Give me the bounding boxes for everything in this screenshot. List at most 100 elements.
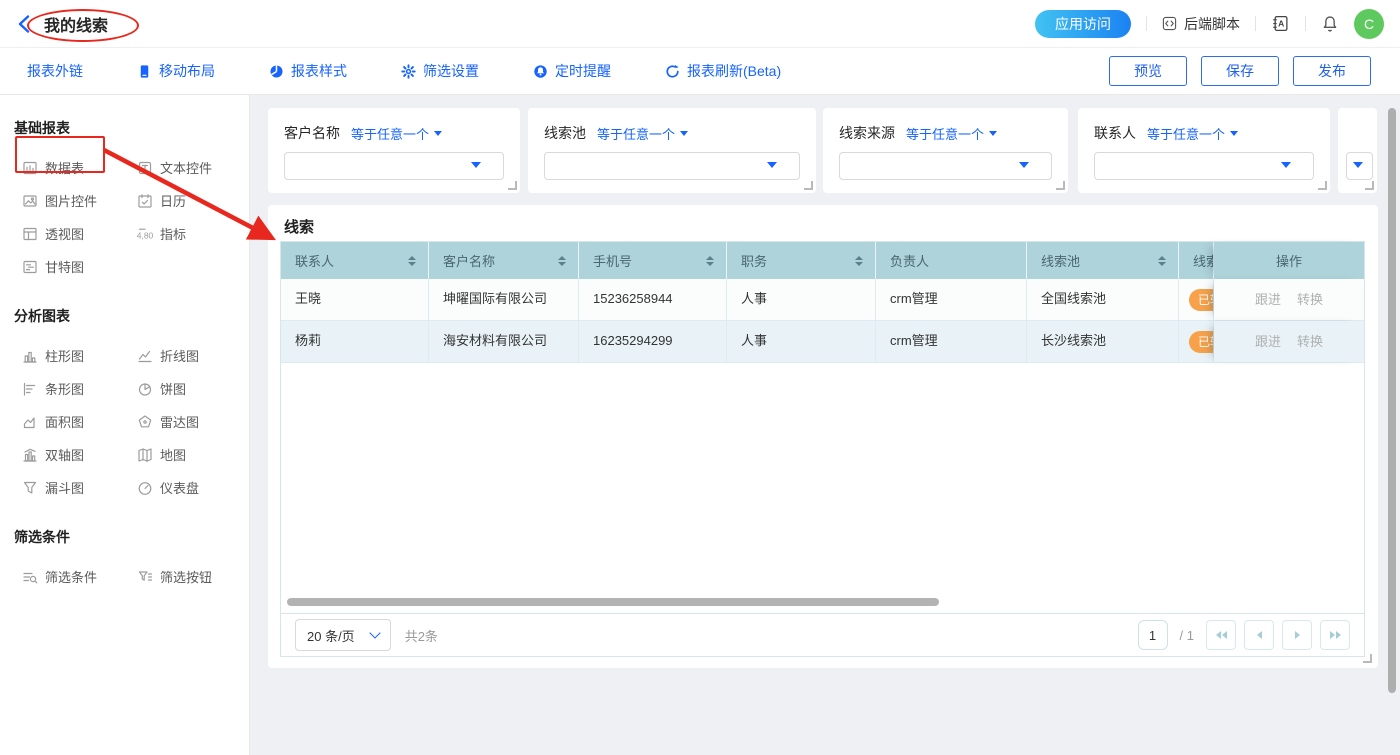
column-header-pool[interactable]: 线索池 [1027,242,1179,279]
resize-handle[interactable] [508,181,517,190]
filter-widget-header: 线索来源等于任意一个 [823,108,1068,143]
sidebar-item-image-widget[interactable]: 图片控件 [22,184,137,217]
filter-select[interactable] [284,152,504,180]
action-link[interactable]: 跟进 [1255,322,1281,362]
last-page-button[interactable] [1320,620,1350,650]
action-link[interactable]: 跟进 [1255,280,1281,320]
bell-icon[interactable] [1321,15,1339,33]
filter-operator[interactable]: 等于任意一个 [351,124,442,143]
sidebar-item-area-chart[interactable]: 面积图 [22,405,137,438]
resize-handle[interactable] [1365,181,1374,190]
action-link[interactable]: 转换 [1297,322,1323,362]
table: 联系人客户名称手机号职务负责人线索池线索状态操作 王晓坤曜国际有限公司15236… [280,241,1365,657]
toolbar-item-5[interactable]: 定时提醒 [533,61,611,81]
back-icon[interactable] [18,15,30,33]
sidebar-item-pivot[interactable]: 透视图 [22,217,137,250]
sidebar-item-funnel-chart[interactable]: 漏斗图 [22,471,137,504]
filter-select[interactable] [1094,152,1314,180]
sort-icon[interactable] [408,256,416,266]
filter-operator[interactable]: 等于任意一个 [597,124,688,143]
column-header-label: 操作 [1276,251,1302,270]
address-book-icon[interactable]: A [1271,15,1290,32]
map-icon [137,447,153,463]
filter-select[interactable] [544,152,800,180]
action-link[interactable]: 转换 [1297,280,1323,320]
sidebar-section-items: 数据表文本控件图片控件日历透视图4,80指标甘特图 [22,151,249,283]
sidebar-item-text-widget[interactable]: 文本控件 [137,151,232,184]
sort-icon[interactable] [855,256,863,266]
caret-down-icon [1281,162,1291,168]
toolbar-item-3[interactable]: 报表样式 [269,61,347,81]
app-root: 我的线索 应用访问 后端脚本 A C 报表外链移动布局报表样式筛选设置定时提醒报… [0,0,1400,755]
sidebar-item-dual-axis[interactable]: 双轴图 [22,438,137,471]
app-access-button[interactable]: 应用访问 [1035,10,1131,38]
sidebar-item-data-table[interactable]: 数据表 [22,151,137,184]
table-body: 王晓坤曜国际有限公司15236258944人事crm管理全国线索池已转跟进转换杨… [281,279,1364,363]
filter-select[interactable] [839,152,1052,180]
resize-handle[interactable] [1056,181,1065,190]
publish-button[interactable]: 发布 [1293,56,1371,86]
sidebar-item-label: 仪表盘 [160,478,199,497]
column-header-contact[interactable]: 联系人 [281,242,429,279]
sort-icon[interactable] [706,256,714,266]
toolbar-buttons: 预览 保存 发布 [1109,56,1371,86]
sidebar-item-line-chart[interactable]: 折线图 [137,339,232,372]
toolbar-item-6[interactable]: 报表刷新(Beta) [665,61,781,81]
column-header-label: 线索池 [1041,251,1080,270]
sidebar-item-filter-condition[interactable]: 筛选条件 [22,560,137,593]
column-header-company[interactable]: 客户名称 [429,242,579,279]
column-header-actions: 操作 [1214,242,1364,279]
toolbar-item-1[interactable]: 报表外链 [27,61,83,81]
sidebar-item-filter-button[interactable]: 筛选按钮 [137,560,232,593]
filter-widget: 客户名称等于任意一个 [268,108,520,193]
column-header-label: 负责人 [890,251,929,270]
sidebar-item-pie-chart[interactable]: 饼图 [137,372,232,405]
sidebar-item-column-chart[interactable]: 柱形图 [22,339,137,372]
sort-icon[interactable] [558,256,566,266]
page-number-input[interactable]: 1 [1138,620,1168,650]
filter-button-icon [137,569,153,585]
svg-text:4,80: 4,80 [137,230,153,240]
column-header-label: 手机号 [593,251,632,270]
filter-operator[interactable]: 等于任意一个 [906,124,997,143]
prev-page-button[interactable] [1244,620,1274,650]
resize-handle[interactable] [1318,181,1327,190]
radar-chart-icon [137,414,153,430]
table-cell-contact: 王晓 [281,279,429,320]
filter-settings-icon [401,64,416,79]
save-button[interactable]: 保存 [1201,56,1279,86]
sidebar-item-label: 地图 [160,445,186,464]
dual-axis-icon [22,447,38,463]
column-header-label: 职务 [741,251,767,270]
calendar-icon [137,193,153,209]
sidebar-item-bar-chart[interactable]: 条形图 [22,372,137,405]
next-page-button[interactable] [1282,620,1312,650]
horizontal-scrollbar[interactable] [287,598,939,606]
sort-icon[interactable] [1158,256,1166,266]
table-cell-actions: 跟进转换 [1214,279,1364,320]
vertical-scrollbar[interactable] [1388,108,1396,693]
sidebar-item-radar-chart[interactable]: 雷达图 [137,405,232,438]
backend-script-button[interactable]: 后端脚本 [1162,14,1240,34]
sidebar-item-gauge[interactable]: 仪表盘 [137,471,232,504]
table-cell-pool: 长沙线索池 [1027,321,1179,362]
sidebar-item-calendar[interactable]: 日历 [137,184,232,217]
filter-operator-label: 等于任意一个 [1147,124,1225,143]
first-page-button[interactable] [1206,620,1236,650]
sidebar-item-metric[interactable]: 4,80指标 [137,217,232,250]
sidebar-item-gantt[interactable]: 甘特图 [22,250,137,283]
sidebar-item-map[interactable]: 地图 [137,438,232,471]
sidebar-item-label: 筛选按钮 [160,567,212,586]
avatar[interactable]: C [1354,9,1384,39]
toolbar-item-4[interactable]: 筛选设置 [401,61,479,81]
filter-select[interactable] [1346,152,1373,180]
preview-button[interactable]: 预览 [1109,56,1187,86]
filter-operator[interactable]: 等于任意一个 [1147,124,1238,143]
page-size-select[interactable]: 20 条/页 [295,619,391,651]
resize-handle[interactable] [804,181,813,190]
resize-handle[interactable] [1363,654,1372,663]
column-header-phone[interactable]: 手机号 [579,242,727,279]
toolbar-item-2[interactable]: 移动布局 [137,61,215,81]
table-cell-status: 已转 [1179,321,1214,362]
column-header-position[interactable]: 职务 [727,242,876,279]
